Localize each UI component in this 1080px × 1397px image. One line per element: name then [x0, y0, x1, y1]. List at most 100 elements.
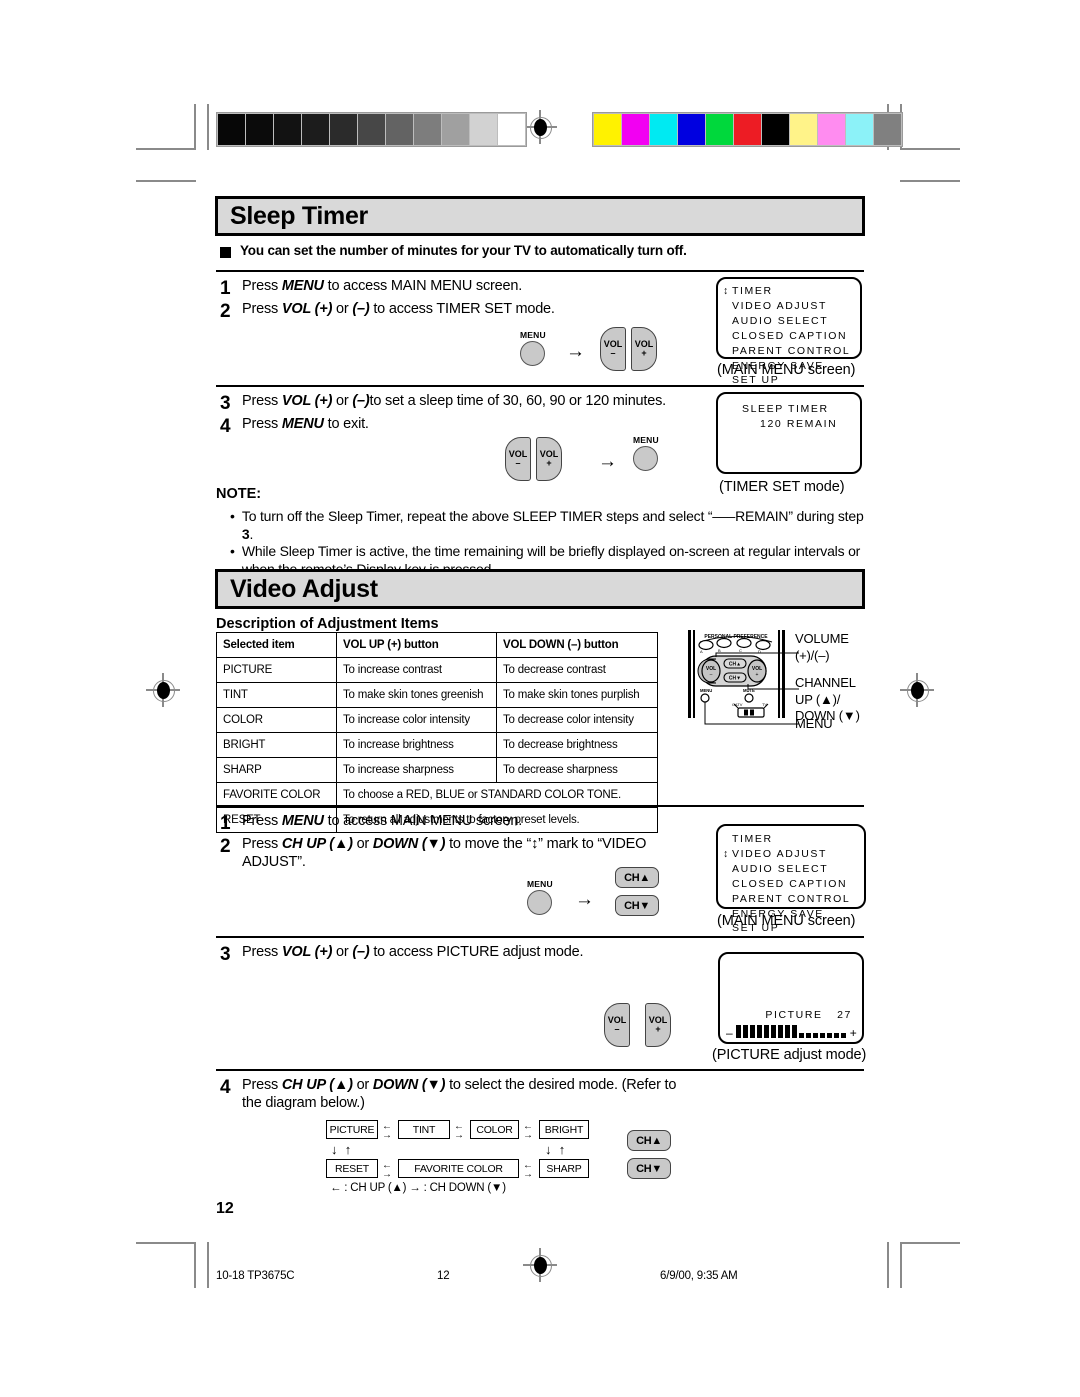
svg-text:C: C: [739, 648, 742, 653]
osd-menu-item-video-adjust: VIDEO ADJUST: [718, 299, 860, 314]
sleep-arrow-2: →: [598, 451, 617, 472]
sleep-menu-button-1[interactable]: MENU: [520, 330, 546, 366]
table-row: TINT To make skin tones greenish To make s…: [216, 682, 658, 708]
table-cell-selected-item: PICTURE: [216, 657, 337, 683]
va-vol-up-button[interactable]: VOL +: [645, 1003, 671, 1047]
osd-selection-marker-icon: ↕: [723, 285, 730, 297]
table-cell-vol-up: To increase sharpness: [336, 757, 497, 783]
table-cell-selected-item: COLOR: [216, 707, 337, 733]
table-header-cell: VOL UP (+) button: [336, 632, 497, 658]
flow-arrows-4: ← →: [382, 1160, 392, 1181]
flow-vert-arrows-left: ↓ ↑: [331, 1142, 352, 1157]
color-swatch-5: [734, 114, 761, 145]
table-cell-vol-down: To decrease sharpness: [496, 757, 658, 783]
level-bar-filled-segment: [770, 1025, 776, 1038]
osd-selection-marker-icon: ↕: [723, 847, 730, 860]
table-row: COLOR To increase color intensity To decre…: [216, 707, 658, 733]
gray-swatch-3: [302, 114, 329, 145]
osd-main-menu-caption-1: (MAIN MENU screen): [717, 362, 856, 378]
osd-main-menu-caption-2: (MAIN MENU screen): [717, 913, 856, 929]
osd-menu-item-audio-select: AUDIO SELECT: [718, 862, 864, 877]
gray-swatch-4: [330, 114, 357, 145]
gray-swatch-1: [246, 114, 273, 145]
va-step-4: 4 Press CH UP (▲) or DOWN (▼) to select …: [220, 1077, 690, 1112]
svg-text:CATV: CATV: [732, 702, 743, 707]
va-vol-down-button[interactable]: VOL –: [604, 1003, 630, 1047]
table-row: SHARP To increase sharpness To decrease sh…: [216, 757, 658, 783]
flow-box-picture: PICTURE: [326, 1120, 378, 1139]
divider-under-intro: [216, 270, 864, 272]
registration-mark-left: [146, 673, 180, 707]
registration-mark-bottom: [523, 1248, 557, 1282]
table-cell-selected-item: FAVORITE COLOR: [216, 782, 337, 808]
va-ch-up-button-2[interactable]: CH▲: [627, 1130, 671, 1151]
osd-menu-item-label: TIMER: [732, 833, 773, 845]
gray-swatch-5: [358, 114, 385, 145]
sleep-vol-up-button-1[interactable]: VOL +: [631, 327, 657, 371]
crop-mark-tl-v2: [207, 104, 209, 150]
level-bar-filled-segment: [749, 1025, 755, 1038]
level-bar-filled-segment: [784, 1025, 790, 1038]
osd-menu-item-video-adjust: ↕ VIDEO ADJUST: [718, 847, 864, 862]
level-bar-filled-segment: [742, 1025, 748, 1038]
flow-box-color: COLOR: [470, 1120, 519, 1139]
osd-menu-item-label: PARENT CONTROL: [732, 344, 851, 357]
footer-center: 12: [437, 1270, 450, 1282]
sleep-step-1: 1 Press MENU to access MAIN MENU screen.: [220, 278, 690, 300]
svg-text:–: –: [710, 672, 713, 678]
level-bar-filled-segment: [756, 1025, 762, 1038]
osd-menu-item-timer: TIMER: [718, 832, 864, 847]
level-bar-minus-label: –: [726, 1026, 733, 1040]
divider-steps-12-34: [216, 385, 864, 387]
va-step-2: 2 Press CH UP (▲) or DOWN (▼) to move th…: [220, 836, 680, 871]
table-cell-vol-up: To increase contrast: [336, 657, 497, 683]
section-heading-video-adjust: Video Adjust: [215, 569, 865, 609]
osd-picture-label-row: PICTURE 27: [720, 1005, 852, 1023]
sleep-arrow-1: →: [566, 341, 585, 362]
osd-timer-line-2: 120 REMAIN: [760, 417, 838, 430]
osd-menu-item-label: CLOSED CAPTION: [732, 329, 848, 342]
va-ch-down-button-1[interactable]: CH▼: [615, 895, 659, 916]
va-ch-up-button-1[interactable]: CH▲: [615, 867, 659, 888]
sleep-step-3: 3 Press VOL (+) or (–)to set a sleep tim…: [220, 393, 710, 415]
level-bar-empty-segment: [812, 1033, 818, 1038]
osd-timer-set-screen: SLEEP TIMER 120 REMAIN: [716, 392, 862, 474]
sleep-vol-down-button-2[interactable]: VOL –: [505, 437, 531, 481]
osd-menu-item-label: CLOSED CAPTION: [732, 877, 848, 890]
osd-menu-item-parent-control: PARENT CONTROL: [718, 892, 864, 907]
svg-text:+: +: [756, 672, 759, 678]
osd-menu-item-closed-caption: CLOSED CAPTION: [718, 329, 860, 344]
gray-swatch-2: [274, 114, 301, 145]
sleep-step-2-text: Press VOL (+) or (–) to access TIMER SET…: [242, 301, 555, 317]
osd-menu-item-label: AUDIO SELECT: [732, 314, 829, 327]
level-bar-filled-segment: [777, 1025, 783, 1038]
osd-main-menu-screen-1: ↕ TIMER VIDEO ADJUST AUDIO SELECT CLOSED CAP…: [716, 277, 862, 386]
va-menu-button-1[interactable]: MENU: [527, 879, 553, 915]
va-step-3: 3 Press VOL (+) or (–) to access PICTURE…: [220, 944, 690, 966]
svg-text:PERSONAL PREFERENCE: PERSONAL PREFERENCE: [704, 634, 768, 640]
color-swatch-1: [622, 114, 649, 145]
flow-vert-arrows-right: ↓ ↑: [545, 1142, 566, 1157]
gray-swatch-10: [498, 114, 525, 145]
svg-text:B: B: [718, 648, 721, 653]
table-cell-vol-up: To increase brightness: [336, 732, 497, 758]
gray-swatch-0: [218, 114, 245, 145]
adjustment-items-table: Selected item VOL UP (+) button VOL DOWN (…: [216, 632, 658, 833]
color-swatch-7: [790, 114, 817, 145]
sleep-vol-up-button-2[interactable]: VOL +: [536, 437, 562, 481]
va-ch-down-button-2[interactable]: CH▼: [627, 1158, 671, 1179]
level-bar-empty-segment: [805, 1033, 811, 1038]
sleep-step-4-number: 4: [220, 416, 231, 437]
table-cell-selected-item: TINT: [216, 682, 337, 708]
level-bar-empty-segment: [819, 1033, 825, 1038]
flow-arrows-1: ← →: [382, 1121, 392, 1142]
sleep-vol-down-button-1[interactable]: VOL –: [600, 327, 626, 371]
section-heading-sleep-timer: Sleep Timer: [215, 196, 865, 236]
gray-swatch-8: [442, 114, 469, 145]
table-cell-vol-up: To increase color intensity: [336, 707, 497, 733]
color-swatch-0: [594, 114, 621, 145]
sleep-menu-button-2[interactable]: MENU: [633, 435, 659, 471]
svg-text:CH▼: CH▼: [729, 676, 741, 682]
osd-menu-item-timer: ↕ TIMER: [718, 284, 860, 299]
level-bar-empty-segment: [833, 1033, 839, 1038]
